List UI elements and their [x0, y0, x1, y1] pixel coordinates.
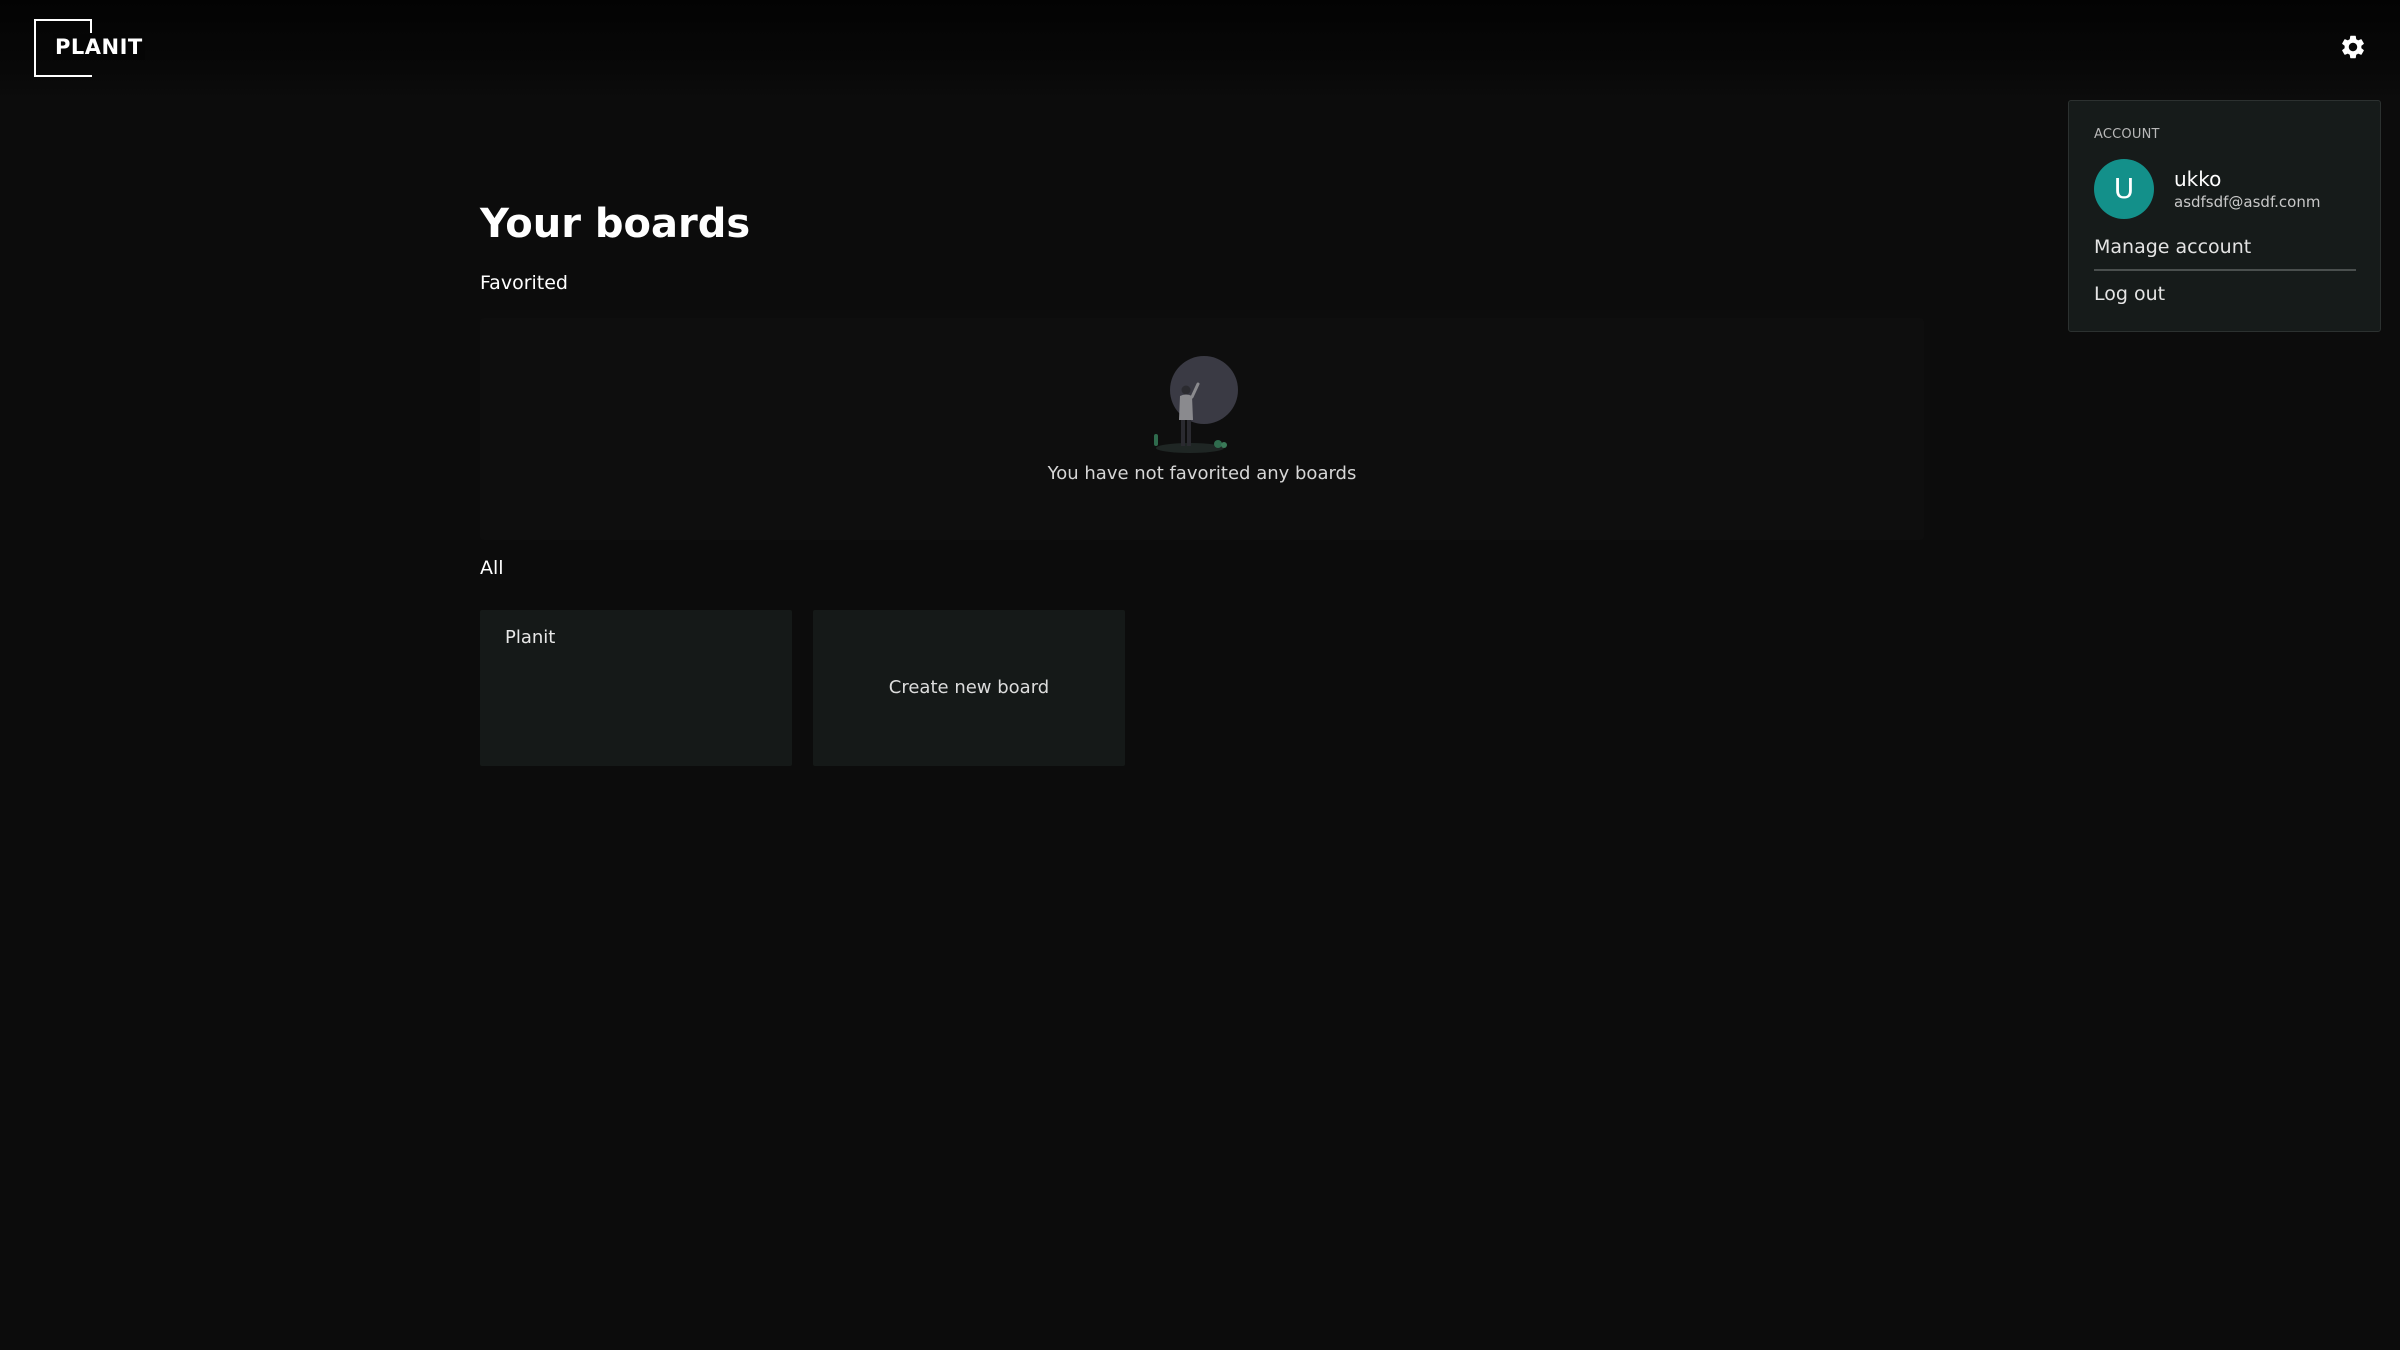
account-username: ukko: [2174, 167, 2222, 191]
favorited-heading: Favorited: [480, 272, 568, 294]
top-bar: PLANIT: [0, 0, 2400, 100]
page-title: Your boards: [480, 201, 751, 247]
board-name: Planit: [505, 627, 556, 648]
board-card-planit[interactable]: Planit: [480, 610, 792, 766]
log-out-link[interactable]: Log out: [2094, 282, 2165, 306]
manage-account-link[interactable]: Manage account: [2094, 235, 2251, 259]
create-board-label: Create new board: [888, 677, 1050, 698]
gear-icon[interactable]: [2339, 33, 2367, 61]
logo-text[interactable]: PLANIT: [53, 34, 145, 60]
menu-divider: [2094, 269, 2356, 271]
all-boards-heading: All: [480, 557, 504, 579]
avatar: U: [2094, 159, 2154, 219]
account-dropdown: ACCOUNT U ukko asdfsdf@asdf.conm Manage …: [2068, 100, 2381, 332]
favorited-empty-panel: You have not favorited any boards: [480, 318, 1924, 540]
account-heading: ACCOUNT: [2094, 127, 2160, 142]
empty-favorites-message: You have not favorited any boards: [1047, 463, 1357, 484]
empty-favorites-illustration: [1154, 356, 1238, 453]
account-email: asdfsdf@asdf.conm: [2174, 193, 2321, 211]
create-board-button[interactable]: Create new board: [813, 610, 1125, 766]
